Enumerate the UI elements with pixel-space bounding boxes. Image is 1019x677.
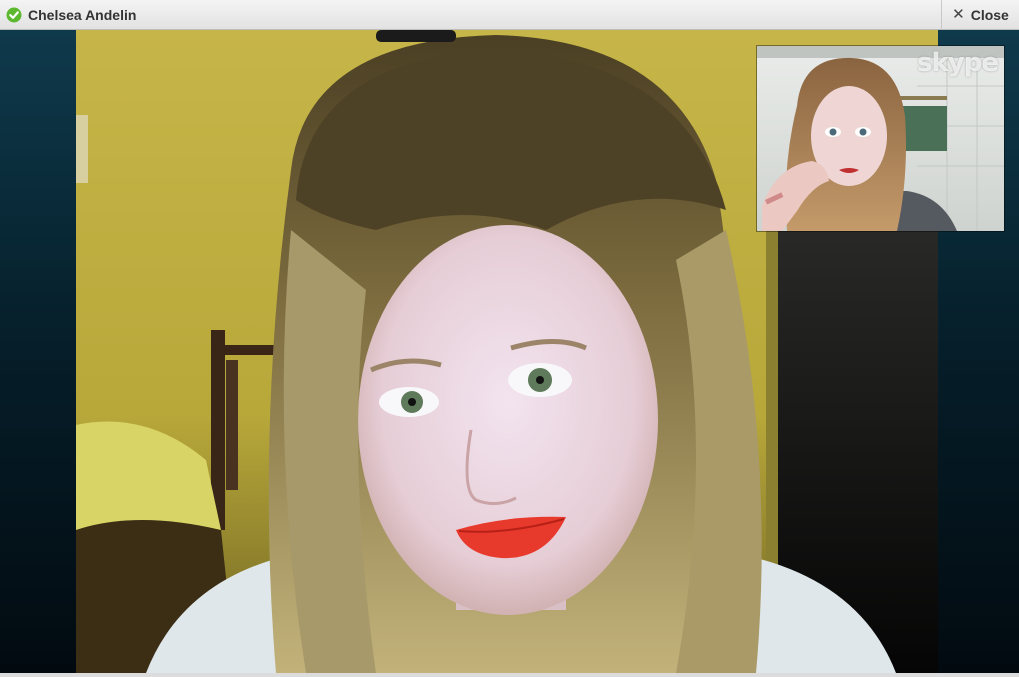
contact-name: Chelsea Andelin: [28, 7, 137, 23]
skype-status-icon: [6, 7, 22, 23]
skype-watermark-logo: skype: [917, 48, 999, 78]
close-icon: ✕: [952, 6, 965, 23]
self-preview-video[interactable]: skype: [757, 46, 1004, 231]
close-label: Close: [970, 6, 1009, 23]
close-button[interactable]: ✕ Close: [941, 0, 1019, 29]
bottom-strip: [0, 673, 1019, 677]
call-window: Chelsea Andelin ✕ Close skype: [0, 0, 1019, 677]
title-bar: Chelsea Andelin ✕ Close: [0, 0, 1019, 30]
